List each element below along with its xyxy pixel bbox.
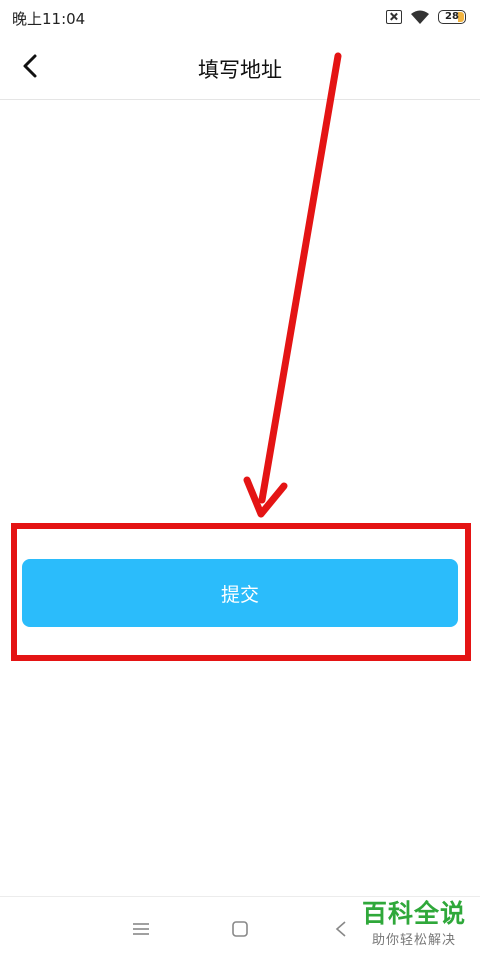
- watermark-subtitle: 助你轻松解决: [371, 932, 456, 948]
- status-time: 晚上11:04: [12, 10, 86, 28]
- nav-home-button[interactable]: [226, 915, 254, 943]
- status-icons: 28: [386, 8, 466, 26]
- battery-icon: 28: [438, 10, 466, 24]
- nav-menu-button[interactable]: [127, 915, 155, 943]
- header: 填写地址: [0, 36, 480, 100]
- back-icon: [335, 921, 346, 937]
- home-icon: [232, 921, 248, 937]
- annotation-arrow: [243, 52, 342, 518]
- nav-back-button[interactable]: [327, 915, 355, 943]
- status-bar: 晚上11:04 28: [0, 0, 480, 36]
- watermark: 百科全说 助你轻松解决: [362, 900, 466, 948]
- watermark-title: 百科全说: [361, 899, 466, 928]
- sim-off-icon: [386, 10, 402, 24]
- battery-level: 28: [445, 11, 459, 22]
- submit-button[interactable]: 提交: [22, 559, 458, 627]
- menu-icon: [133, 923, 149, 935]
- page-title: 填写地址: [198, 58, 282, 82]
- wifi-icon: [411, 10, 429, 24]
